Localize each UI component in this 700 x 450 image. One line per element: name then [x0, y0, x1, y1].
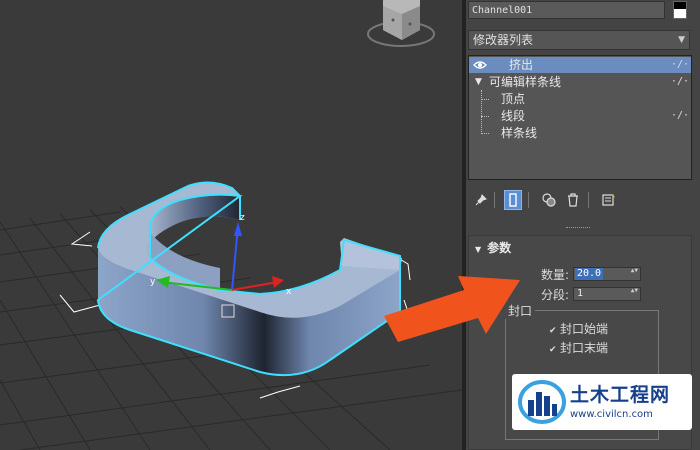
cap-start-checkbox[interactable]: ✔ 封口始端	[549, 320, 608, 337]
cap-start-label: 封口始端	[560, 322, 609, 336]
chevron-down-icon: ▼	[678, 35, 685, 45]
view-cube[interactable]	[367, 0, 435, 47]
perspective-viewport[interactable]: z y x	[0, 0, 462, 450]
checkbox-checked-icon[interactable]: ✔	[549, 327, 557, 336]
modifier-stack[interactable]: 挤出 ·/· ▼ 可编辑样条线 ·/· 顶点 线段 ·/· 样条线	[468, 55, 692, 180]
stack-item-vertex[interactable]: 顶点	[501, 91, 691, 107]
segments-spinner[interactable]: 1 ▲▼	[573, 287, 641, 301]
spinner-arrows-icon[interactable]: ▲▼	[631, 288, 638, 294]
stack-item-label: 可编辑样条线	[489, 75, 562, 89]
pin-stack-icon[interactable]	[472, 190, 490, 210]
tree-branch	[481, 133, 489, 134]
configure-sets-icon[interactable]	[600, 190, 618, 210]
segments-value[interactable]: 1	[575, 288, 585, 300]
expand-arrow-icon[interactable]: ▼	[475, 74, 482, 90]
stack-item-spline[interactable]: 样条线	[501, 125, 691, 141]
cap-end-label: 封口末端	[560, 341, 609, 355]
stack-item-extrude[interactable]: 挤出 ·/·	[469, 57, 691, 73]
watermark-title: 土木工程网	[570, 384, 671, 406]
stack-item-label: 样条线	[501, 126, 538, 140]
panel-divider[interactable]	[566, 227, 590, 230]
svg-text:y: y	[150, 277, 156, 287]
viewport-scene: z y x	[0, 0, 462, 450]
amount-label: 数量:	[540, 268, 569, 282]
watermark-logo: 土木工程网 www.civilcn.com	[512, 374, 692, 430]
show-end-result-icon[interactable]	[504, 190, 522, 210]
parameters-rollout-header[interactable]: ▼ 参数	[475, 239, 511, 256]
pin-indicator-icon: ·/·	[670, 76, 689, 87]
tree-line	[481, 90, 482, 134]
svg-text:x: x	[286, 287, 292, 297]
toolbar-divider	[494, 192, 495, 208]
amount-value[interactable]: 20.0	[575, 268, 604, 280]
parameters-title: 参数	[487, 241, 512, 255]
modifier-list-dropdown[interactable]: 修改器列表 ▼	[468, 30, 690, 50]
tree-branch	[481, 99, 489, 100]
toolbar-divider	[588, 192, 589, 208]
extruded-channel-object[interactable]: z y x	[96, 181, 402, 377]
stack-item-label: 挤出	[509, 58, 534, 72]
cap-end-checkbox[interactable]: ✔ 封口末端	[549, 339, 608, 356]
stack-item-label: 顶点	[501, 92, 526, 106]
stack-item-segment[interactable]: 线段 ·/·	[501, 108, 691, 124]
pin-indicator-icon: ·/·	[670, 110, 689, 121]
logo-icon	[518, 380, 566, 424]
stack-item-label: 线段	[501, 109, 526, 123]
tree-branch	[481, 116, 489, 117]
pin-indicator-icon: ·/·	[670, 59, 689, 70]
eye-icon[interactable]	[473, 59, 487, 71]
object-name-row: Channel001	[468, 1, 698, 21]
modifier-list-label: 修改器列表	[473, 33, 534, 47]
toolbar-divider	[528, 192, 529, 208]
object-color-swatch[interactable]	[673, 1, 687, 19]
highlight-arrow	[384, 276, 520, 342]
stack-toolbar	[468, 190, 692, 212]
remove-modifier-icon[interactable]	[564, 190, 582, 210]
segments-label: 分段:	[540, 288, 569, 302]
make-unique-icon[interactable]	[540, 190, 558, 210]
amount-spinner[interactable]: 20.0 ▲▼	[573, 267, 641, 281]
svg-text:z: z	[240, 213, 245, 223]
watermark-url: www.civilcn.com	[570, 409, 653, 420]
checkbox-checked-icon[interactable]: ✔	[549, 346, 557, 355]
spinner-arrows-icon[interactable]: ▲▼	[631, 268, 638, 274]
stack-item-editable-spline[interactable]: ▼ 可编辑样条线 ·/·	[469, 74, 691, 90]
collapse-arrow-icon: ▼	[475, 245, 482, 254]
object-name-field[interactable]: Channel001	[468, 1, 665, 19]
